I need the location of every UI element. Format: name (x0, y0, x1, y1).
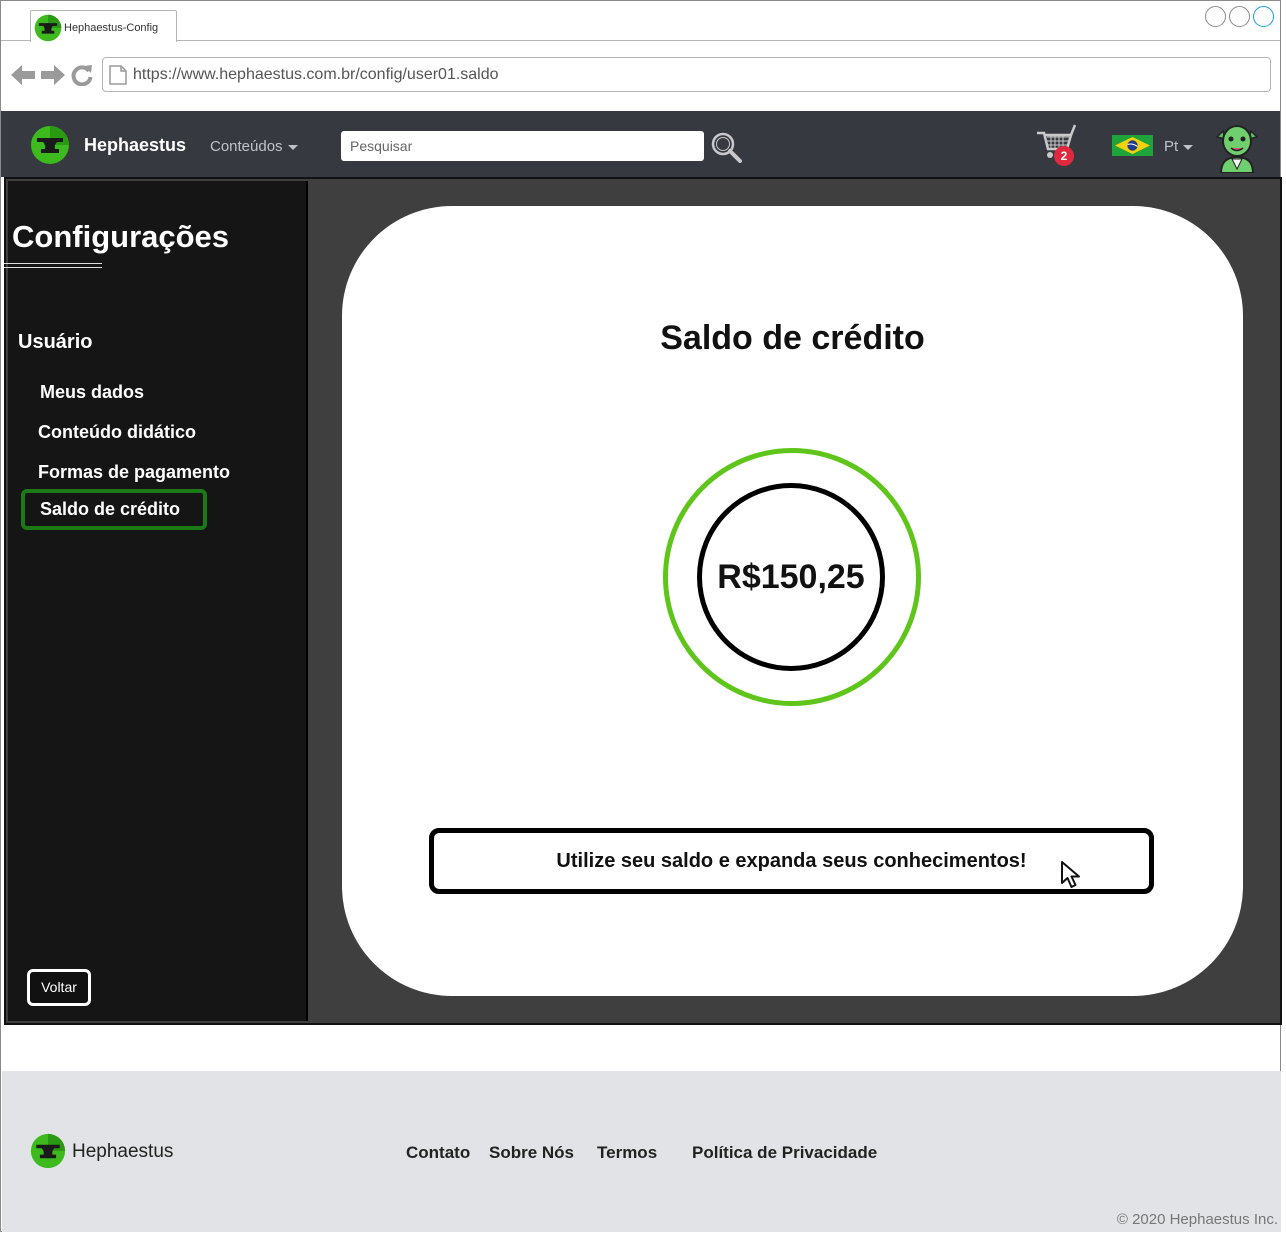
sidebar-item-meus-dados[interactable]: Meus dados (40, 382, 144, 403)
tab-bar: Hephaestus-Config (1, 1, 1280, 42)
address-bar: https://www.hephaestus.com.br/config/use… (1, 42, 1280, 110)
sidebar-section-heading: Usuário (18, 331, 93, 353)
back-arrow-icon[interactable] (11, 64, 35, 86)
browser-tab[interactable]: Hephaestus-Config (30, 10, 177, 42)
brazil-flag-icon[interactable] (1112, 135, 1153, 156)
tab-title: Hephaestus-Config (64, 22, 159, 34)
use-balance-button[interactable]: Utilize seu saldo e expanda seus conheci… (429, 828, 1154, 894)
footer-link-privacidade[interactable]: Política de Privacidade (692, 1143, 877, 1163)
brand-name[interactable]: Hephaestus (84, 135, 186, 156)
url-field[interactable]: https://www.hephaestus.com.br/config/use… (102, 57, 1271, 92)
document-icon (109, 65, 127, 85)
page-title: Saldo de crédito (660, 319, 925, 357)
copyright: © 2020 Hephaestus Inc. (1116, 1211, 1278, 1228)
contents-menu-label: Conteúdos (210, 138, 283, 155)
footer-brand[interactable]: Hephaestus (72, 1141, 173, 1163)
contents-menu[interactable]: Conteúdos (210, 138, 298, 155)
avatar-icon[interactable] (1213, 121, 1261, 173)
site-footer: Hephaestus Contato Sobre Nós Termos Polí… (2, 1071, 1281, 1232)
reload-icon[interactable] (71, 64, 93, 86)
balance-inner-ring: R$150,25 (697, 483, 885, 671)
minimize-button[interactable] (1205, 6, 1226, 27)
anvil-logo-icon[interactable] (30, 1133, 66, 1169)
url-text: https://www.hephaestus.com.br/config/use… (133, 66, 499, 83)
anvil-logo-icon[interactable] (30, 125, 70, 165)
nav-controls (11, 64, 93, 86)
chevron-down-icon (1183, 144, 1194, 150)
site-header: Hephaestus Conteúdos 2 Pt (1, 111, 1280, 177)
language-selector[interactable]: Pt (1164, 138, 1194, 155)
language-label: Pt (1164, 138, 1179, 155)
cart-count-badge: 2 (1054, 146, 1074, 166)
window-controls (1205, 6, 1274, 27)
divider (4, 267, 102, 268)
sidebar-title: Configurações (12, 219, 230, 254)
footer-link-contato[interactable]: Contato (406, 1143, 470, 1163)
close-button[interactable] (1253, 6, 1274, 27)
browser-window: Hephaestus-Config https://www.hephaestus… (0, 0, 1282, 1232)
forward-arrow-icon[interactable] (41, 64, 65, 86)
balance-card: Saldo de crédito R$150,25 Utilize seu sa… (342, 206, 1243, 996)
sidebar-item-formas-de-pagamento[interactable]: Formas de pagamento (38, 462, 230, 483)
sidebar: Configurações Usuário Meus dados Conteúd… (4, 181, 308, 1021)
search-input[interactable] (341, 131, 704, 161)
search-icon[interactable] (710, 131, 742, 163)
balance-value: R$150,25 (717, 557, 865, 596)
back-button[interactable]: Voltar (27, 969, 91, 1006)
anvil-logo-icon (34, 14, 62, 42)
main-area: Configurações Usuário Meus dados Conteúd… (4, 177, 1282, 1025)
maximize-button[interactable] (1229, 6, 1250, 27)
footer-link-sobre-nos[interactable]: Sobre Nós (489, 1143, 574, 1163)
sidebar-item-saldo-de-credito[interactable]: Saldo de crédito (21, 489, 208, 530)
divider (4, 263, 102, 264)
chevron-down-icon (287, 144, 298, 150)
footer-link-termos[interactable]: Termos (597, 1143, 657, 1163)
cursor-icon (1061, 861, 1080, 888)
sidebar-item-conteudo-didatico[interactable]: Conteúdo didático (38, 422, 196, 443)
